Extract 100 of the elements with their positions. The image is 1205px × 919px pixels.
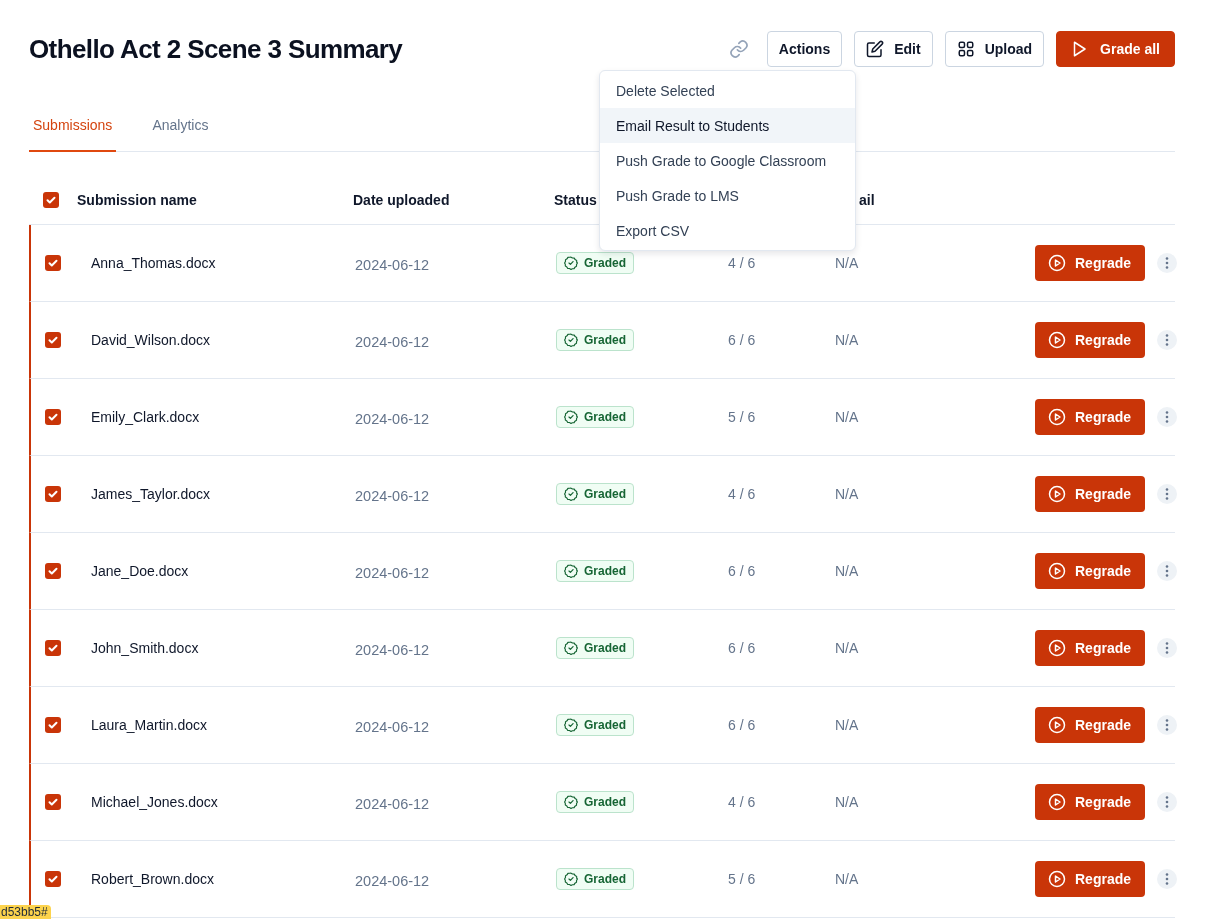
file-name: Jane_Doe.docx <box>90 563 190 579</box>
menu-item[interactable]: Push Grade to Google Classroom <box>600 143 855 178</box>
check-badge-icon <box>564 410 578 424</box>
grid-icon <box>956 40 975 58</box>
status-badge: Graded <box>556 637 634 659</box>
tab[interactable]: Analytics <box>148 107 213 152</box>
status-badge: Graded <box>556 560 634 582</box>
play-circle-icon <box>1048 639 1066 657</box>
score: 5 / 6 <box>728 409 756 425</box>
file-name: Emily_Clark.docx <box>90 409 201 425</box>
upload-date: 2024-06-12 <box>355 871 431 889</box>
menu-item[interactable]: Email Result to Students <box>600 108 855 143</box>
file-name: Laura_Martin.docx <box>90 717 208 733</box>
pencil-icon <box>866 40 885 58</box>
grade-all-button[interactable]: Grade all <box>1056 31 1175 67</box>
regrade-button[interactable]: Regrade <box>1035 630 1146 666</box>
regrade-button[interactable]: Regrade <box>1035 553 1146 589</box>
status-badge: Graded <box>556 252 634 274</box>
file-name: Robert_Brown.docx <box>90 871 215 887</box>
actions-button[interactable]: Actions <box>766 31 843 67</box>
status-badge: Graded <box>556 406 634 428</box>
regrade-button[interactable]: Regrade <box>1035 707 1146 743</box>
file-name: David_Wilson.docx <box>90 332 212 348</box>
more-icon[interactable] <box>1157 407 1177 427</box>
checkbox[interactable] <box>45 717 61 733</box>
email-status: N/A <box>835 871 859 887</box>
menu-item[interactable]: Export CSV <box>600 213 855 248</box>
check-badge-icon <box>564 795 578 809</box>
checkbox[interactable] <box>45 409 61 425</box>
regrade-button[interactable]: Regrade <box>1035 399 1146 435</box>
regrade-button[interactable]: Regrade <box>1035 322 1146 358</box>
checkbox[interactable] <box>45 563 61 579</box>
check-badge-icon <box>564 718 578 732</box>
upload-date: 2024-06-12 <box>355 486 431 504</box>
tab[interactable]: Submissions <box>29 107 117 152</box>
menu-item[interactable]: Delete Selected <box>600 73 855 108</box>
score: 4 / 6 <box>728 794 756 810</box>
checkbox[interactable] <box>45 332 61 348</box>
score: 6 / 6 <box>728 640 756 656</box>
status-badge: Graded <box>556 868 634 890</box>
email-status: N/A <box>835 409 859 425</box>
checkbox[interactable] <box>45 640 61 656</box>
more-icon[interactable] <box>1157 792 1177 812</box>
score: 6 / 6 <box>728 563 756 579</box>
regrade-button[interactable]: Regrade <box>1035 861 1146 897</box>
upload-date: 2024-06-12 <box>355 717 431 735</box>
more-icon[interactable] <box>1157 330 1177 350</box>
play-circle-icon <box>1048 562 1066 580</box>
upload-date: 2024-06-12 <box>355 563 431 581</box>
upload-date: 2024-06-12 <box>355 255 431 273</box>
more-icon[interactable] <box>1157 484 1177 504</box>
check-badge-icon <box>564 564 578 578</box>
status-badge: Graded <box>556 483 634 505</box>
more-icon[interactable] <box>1157 638 1177 658</box>
status-badge: Graded <box>556 329 634 351</box>
email-status: N/A <box>835 255 859 271</box>
regrade-button[interactable]: Regrade <box>1035 245 1146 281</box>
email-status: N/A <box>835 486 859 502</box>
play-circle-icon <box>1048 716 1066 734</box>
more-icon[interactable] <box>1157 869 1177 889</box>
play-circle-icon <box>1048 331 1066 349</box>
link-icon[interactable] <box>728 39 749 59</box>
upload-button[interactable]: Upload <box>944 31 1045 67</box>
check-badge-icon <box>564 333 578 347</box>
column-header: Submission name <box>77 192 197 208</box>
file-name: James_Taylor.docx <box>90 486 212 502</box>
email-status: N/A <box>835 794 859 810</box>
score: 4 / 6 <box>728 255 756 271</box>
file-name: John_Smith.docx <box>90 640 200 656</box>
check-badge-icon <box>564 487 578 501</box>
score: 4 / 6 <box>728 486 756 502</box>
play-circle-icon <box>1048 793 1066 811</box>
email-status: N/A <box>835 640 859 656</box>
checkbox[interactable] <box>45 794 61 810</box>
checkbox[interactable] <box>43 192 59 208</box>
more-icon[interactable] <box>1157 253 1177 273</box>
checkbox[interactable] <box>45 871 61 887</box>
more-icon[interactable] <box>1157 561 1177 581</box>
check-badge-icon <box>564 256 578 270</box>
status-badge: Graded <box>556 714 634 736</box>
edit-button[interactable]: Edit <box>854 31 933 67</box>
menu-item[interactable]: Push Grade to LMS <box>600 178 855 213</box>
upload-date: 2024-06-12 <box>355 332 431 350</box>
upload-date: 2024-06-12 <box>355 409 431 427</box>
regrade-button[interactable]: Regrade <box>1035 784 1146 820</box>
page-title: Othello Act 2 Scene 3 Summary <box>29 33 403 65</box>
column-header: Status <box>554 192 597 208</box>
column-header: Date uploaded <box>353 192 450 208</box>
file-name: Anna_Thomas.docx <box>90 255 217 271</box>
checkbox[interactable] <box>45 486 61 502</box>
check-badge-icon <box>564 641 578 655</box>
score: 6 / 6 <box>728 332 756 348</box>
checkbox[interactable] <box>45 255 61 271</box>
score: 6 / 6 <box>728 717 756 733</box>
email-status: N/A <box>835 563 859 579</box>
more-icon[interactable] <box>1157 715 1177 735</box>
check-badge-icon <box>564 872 578 886</box>
regrade-button[interactable]: Regrade <box>1035 476 1146 512</box>
column-header: ail <box>859 192 875 208</box>
play-circle-icon <box>1048 870 1066 888</box>
